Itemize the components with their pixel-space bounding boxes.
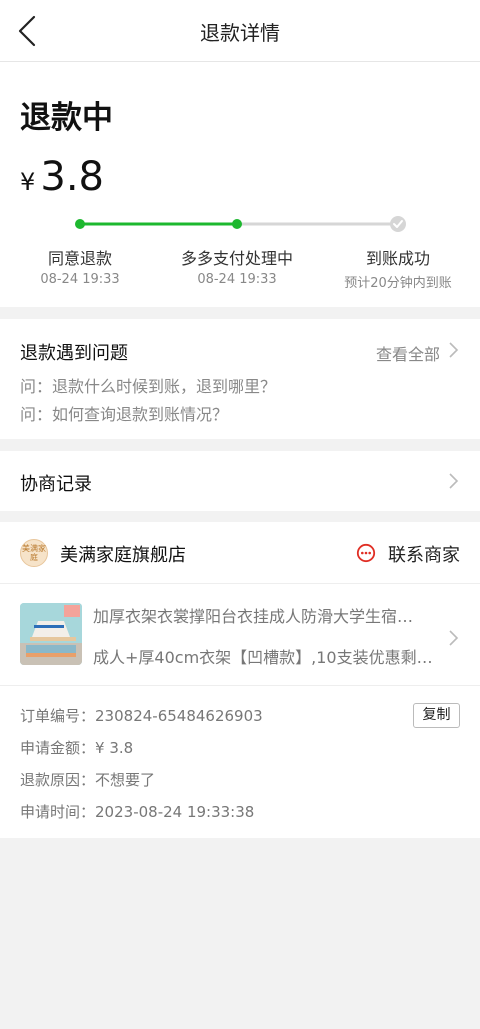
chevron-right-icon[interactable] (448, 629, 460, 647)
shop-logo: 美满家庭 (20, 539, 48, 567)
faq-question-2[interactable]: 问：如何查询退款到账情况？ (20, 401, 228, 425)
step-2-label: 多多支付处理中 (180, 249, 293, 268)
step-3-label: 到账成功 (365, 249, 430, 268)
page-title: 退款详情 (200, 21, 280, 45)
order-number: 230824-65484626903 (95, 707, 263, 725)
refund-status: 退款中 (20, 100, 113, 136)
contact-merchant-button[interactable]: 联系商家 (388, 541, 460, 567)
currency-symbol: ¥ (20, 168, 36, 196)
apply-time-row: 申请时间：2023-08-24 19:33:38 (20, 801, 254, 822)
divider (0, 583, 480, 584)
step-3-time: 预计20分钟内到账 (344, 276, 452, 291)
amount-value: 3.8 (40, 154, 104, 200)
step-2-dot (232, 219, 242, 229)
chat-bubble-icon[interactable] (356, 543, 376, 563)
refund-faq-card: 退款遇到问题 查看全部 问：退款什么时候到账，退到哪里？ 问：如何查询退款到账情… (0, 319, 480, 439)
step-2-time: 08-24 19:33 (197, 272, 277, 287)
faq-question-1[interactable]: 问：退款什么时候到账，退到哪里？ (20, 373, 276, 397)
negotiation-title: 协商记录 (20, 474, 92, 495)
order-number-row: 订单编号：230824-65484626903 (20, 705, 263, 726)
divider (0, 685, 480, 686)
order-number-label: 订单编号： (20, 707, 96, 725)
view-all-link[interactable]: 查看全部 (376, 341, 440, 365)
apply-amount-label: 申请金额： (20, 739, 96, 757)
apply-amount: ¥ 3.8 (95, 739, 134, 757)
apply-time-label: 申请时间： (20, 803, 96, 821)
nav-bar: 退款详情 (0, 0, 480, 62)
refund-reason: 不想要了 (95, 771, 156, 789)
chevron-right-icon[interactable] (448, 341, 460, 359)
step-3-check-icon (390, 216, 406, 232)
copy-button[interactable]: 复制 (413, 703, 460, 728)
step-1-dot (75, 219, 85, 229)
refund-progress (75, 216, 406, 232)
negotiation-record-row[interactable]: 协商记录 (0, 451, 480, 511)
apply-amount-row: 申请金额：¥ 3.8 (20, 737, 133, 758)
product-thumbnail[interactable] (20, 603, 82, 665)
step-1-time: 08-24 19:33 (40, 272, 120, 287)
apply-time: 2023-08-24 19:33:38 (95, 803, 255, 821)
refund-reason-label: 退款原因： (20, 771, 96, 789)
product-title[interactable]: 加厚衣架衣裳撑阳台衣挂成人防滑大学生宿… (93, 603, 433, 627)
faq-title: 退款遇到问题 (20, 343, 128, 364)
refund-amount: ¥ 3.8 (20, 154, 104, 200)
refund-reason-row: 退款原因：不想要了 (20, 769, 155, 790)
shop-name[interactable]: 美满家庭旗舰店 (60, 541, 186, 567)
chevron-right-icon (449, 473, 459, 489)
step-1-label: 同意退款 (47, 249, 112, 268)
order-card: 美满家庭 美满家庭旗舰店 联系商家 加厚衣架衣裳撑阳台衣挂成人防滑大学生宿… 成… (0, 522, 480, 838)
product-spec: 成人+厚40cm衣架【凹槽款】,10支装优惠剩… (93, 648, 433, 667)
refund-status-card: 退款中 ¥ 3.8 同意退款 08-24 19:33 多多支付处理中 08-24… (0, 62, 480, 307)
